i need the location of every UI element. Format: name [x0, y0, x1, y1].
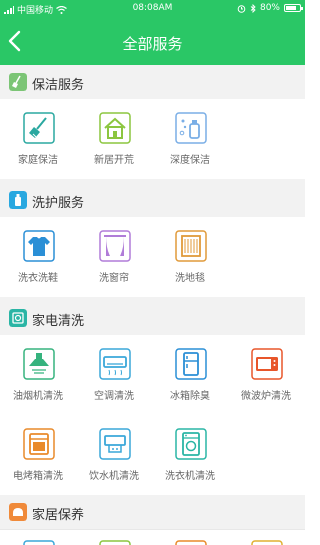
washing-machine-icon — [175, 428, 207, 460]
tshirt-icon — [23, 230, 55, 262]
service-item-new-home-cleaning[interactable]: 新居开荒 — [76, 99, 152, 179]
spray-bottle-icon — [175, 112, 207, 144]
water-dispenser-icon — [99, 428, 131, 460]
service-item-fridge[interactable]: 冰箱除臭 — [152, 335, 228, 415]
bluetooth-icon — [250, 3, 256, 13]
section-title: 家居保养 — [32, 508, 85, 523]
section-header-appliance: 家电清洗 — [0, 301, 305, 335]
section-grid-appliance: 油烟机清洗 空调清洗 冰箱除臭 微波炉清洗 电烤箱清洗 饮水机清洗 洗衣机清洗 — [0, 335, 305, 495]
service-item-carpet[interactable]: 洗地毯 — [152, 217, 228, 297]
air-conditioner-icon — [99, 348, 131, 380]
partial-icon-row — [23, 540, 283, 545]
microwave-icon — [251, 348, 283, 380]
service-label: 新居开荒 — [94, 155, 134, 166]
service-list: 保洁服务 家庭保洁 新居开荒 深度保洁 洗护服务 洗衣洗鞋 洗窗帘 洗地毯 家电… — [0, 65, 305, 545]
service-label: 洗窗帘 — [99, 273, 129, 284]
header: 中国移动 08:08AM 80% 全部服务 — [0, 0, 305, 65]
broom-icon — [23, 112, 55, 144]
service-item-laundry[interactable]: 洗衣洗鞋 — [0, 217, 76, 297]
status-bar: 中国移动 08:08AM 80% — [0, 0, 305, 18]
service-label: 洗衣机清洗 — [165, 471, 215, 482]
service-label: 深度保洁 — [170, 155, 210, 166]
service-label: 油烟机清洗 — [13, 391, 63, 402]
section-title: 洗护服务 — [32, 196, 85, 211]
service-item-home-cleaning[interactable]: 家庭保洁 — [0, 99, 76, 179]
service-item-air-conditioner[interactable]: 空调清洗 — [76, 335, 152, 415]
battery-icon — [284, 4, 303, 12]
service-item-washing-machine[interactable]: 洗衣机清洗 — [152, 415, 228, 495]
service-label: 空调清洗 — [94, 391, 134, 402]
service-item-curtain[interactable]: 洗窗帘 — [76, 217, 152, 297]
fridge-icon — [175, 348, 207, 380]
section-header-laundry: 洗护服务 — [0, 183, 305, 217]
page-title: 全部服务 — [122, 35, 183, 53]
alarm-icon — [237, 4, 246, 13]
broom-section-icon — [9, 73, 27, 91]
service-item-range-hood[interactable]: 油烟机清洗 — [0, 335, 76, 415]
service-label: 洗地毯 — [175, 273, 205, 284]
section-grid-cleaning: 家庭保洁 新居开荒 深度保洁 — [0, 99, 305, 179]
service-label: 洗衣洗鞋 — [18, 273, 58, 284]
service-item-deep-cleaning[interactable]: 深度保洁 — [152, 99, 228, 179]
service-label: 家庭保洁 — [18, 155, 58, 166]
service-item-water-dispenser[interactable]: 饮水机清洗 — [76, 415, 152, 495]
house-icon — [99, 112, 131, 144]
service-label: 冰箱除臭 — [170, 391, 210, 402]
service-label: 饮水机清洗 — [89, 471, 139, 482]
service-label: 微波炉清洗 — [241, 391, 291, 402]
service-item-oven[interactable]: 电烤箱清洗 — [0, 415, 76, 495]
section-header-cleaning: 保洁服务 — [0, 65, 305, 99]
section-grid-laundry: 洗衣洗鞋 洗窗帘 洗地毯 — [0, 217, 305, 297]
service-item-microwave[interactable]: 微波炉清洗 — [228, 335, 304, 415]
carpet-icon — [175, 230, 207, 262]
oven-icon — [23, 428, 55, 460]
section-title: 保洁服务 — [32, 78, 85, 93]
curtain-icon — [99, 230, 131, 262]
range-hood-icon — [23, 348, 55, 380]
section-grid-home-care — [0, 529, 305, 545]
section-title: 家电清洗 — [32, 314, 85, 329]
service-label: 电烤箱清洗 — [13, 471, 63, 482]
bottle-section-icon — [9, 191, 27, 209]
section-header-home-care: 家居保养 — [0, 495, 305, 529]
home-care-section-icon — [9, 503, 27, 521]
appliance-section-icon — [9, 309, 27, 327]
nav-bar: 全部服务 — [0, 22, 305, 62]
battery-percent: 80% — [259, 3, 280, 13]
